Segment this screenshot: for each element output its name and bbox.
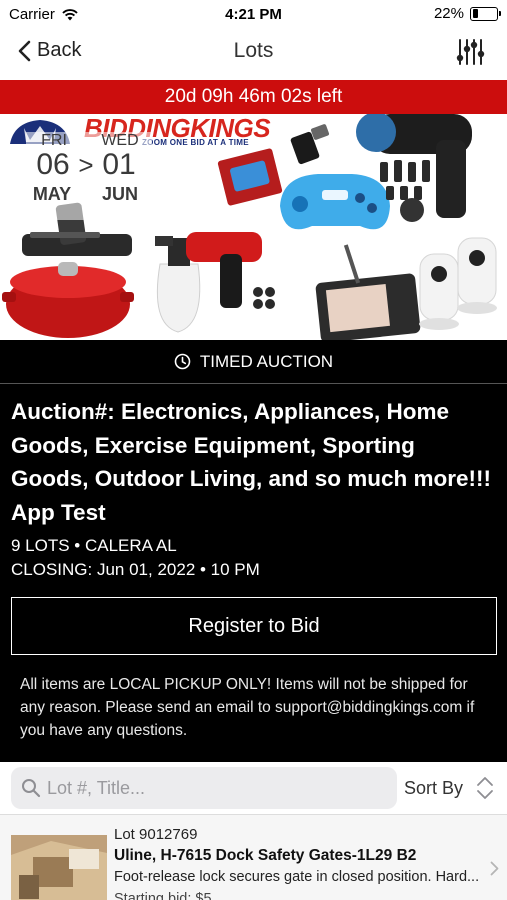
security-cameras-image [419,237,497,330]
lot-description: Foot-release lock secures gate in closed… [114,869,480,885]
auction-type-label: TIMED AUCTION [199,351,334,371]
start-day: 06 [36,148,70,181]
paint-sprayer-image [155,232,262,333]
auction-title: Auction#: Electronics, Appliances, Home … [11,399,491,525]
dutch-oven-image [2,262,134,338]
search-icon [22,779,41,798]
lot-number: Lot 9012769 [114,826,198,843]
end-month: JUN [101,184,138,204]
lot-list-item[interactable]: Lot 9012769 Uline, H-7615 Dock Safety Ga… [0,814,507,900]
auction-banner-image[interactable]: BIDDINGKINGS ZOOM ONE BID AT A TIME FRI … [0,114,507,340]
start-month: MAY [32,184,72,204]
battery-percent: 22% [433,5,464,22]
pickup-notice: All items are LOCAL PICKUP ONLY! Items w… [20,676,475,739]
sliders-icon [456,39,485,65]
chevron-right-icon [490,861,499,876]
date-range-arrow: > [78,150,94,180]
lot-photo [11,835,107,900]
search-field[interactable] [11,767,397,809]
lot-starting-bid: Starting bid: $5 [114,891,212,900]
lot-thumbnail [11,835,107,900]
sort-chevrons-icon [477,777,493,799]
end-day: 01 [102,148,136,181]
navigation-bar: Back Lots [0,28,507,78]
page-title: Lots [233,39,274,62]
status-bar: Carrier 4:21 PM 22% [0,0,507,28]
game-controller-box-image [217,148,283,206]
lot-title: Uline, H-7615 Dock Safety Gates-1L29 B2 [114,847,417,864]
battery-fill [472,9,478,18]
register-to-bid-button[interactable]: Register to Bid [11,597,497,655]
battery-icon [470,6,501,21]
clock-icon [174,353,191,370]
battery-indicator: 22% [433,5,501,22]
countdown-banner: 20d 09h 46m 02s left [0,80,507,114]
auction-info-panel: Auction#: Electronics, Appliances, Home … [0,384,507,762]
lot-count-location: 9 LOTS • CALERA AL [11,536,177,555]
search-sort-bar: Sort By [0,762,507,814]
sort-by-button[interactable]: Sort By [404,776,495,800]
search-input[interactable] [47,777,377,799]
blue-controller-image [280,174,390,230]
sort-by-label: Sort By [404,777,464,798]
filter-button[interactable] [455,37,485,72]
auction-type-header: TIMED AUCTION [0,340,507,384]
closing-date: CLOSING: Jun 01, 2022 • 10 PM [11,560,260,579]
usb-device-image [290,124,330,165]
auction-date-range: FRI 06 MAY > WED 01 JUN [26,132,152,220]
baby-monitor-image [315,244,421,340]
status-time: 4:21 PM [225,6,282,23]
